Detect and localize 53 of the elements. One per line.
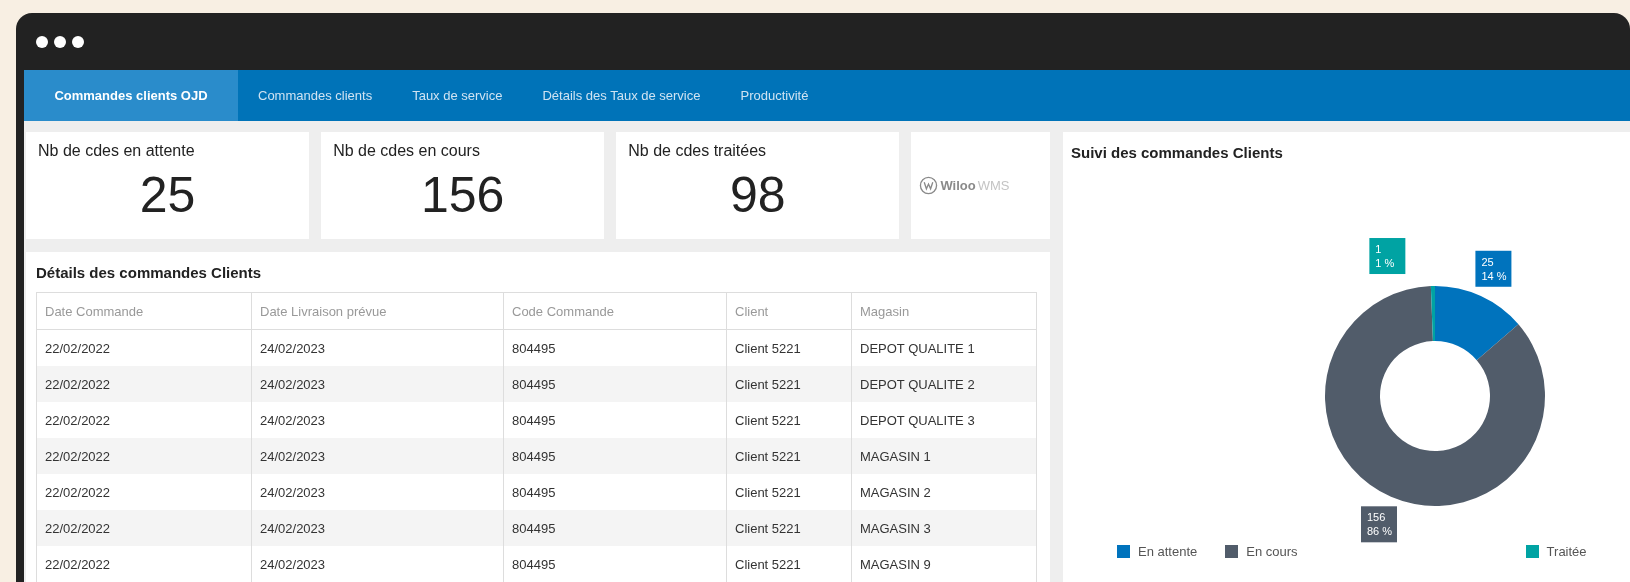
table-cell: 804495	[503, 366, 727, 402]
table-cell: 22/02/2022	[36, 546, 252, 582]
kpi-label: Nb de cdes en attente	[38, 142, 196, 160]
chart-title: Suivi des commandes Clients	[1071, 144, 1284, 161]
legend-label[interactable]: En cours	[1246, 544, 1298, 559]
tab[interactable]: Commandes clients	[238, 70, 393, 121]
table-cell: 22/02/2022	[36, 510, 252, 546]
window-dot-icon[interactable]	[36, 35, 48, 48]
data-label: 1 1 %	[1369, 238, 1406, 274]
legend-label[interactable]: En attente	[1138, 544, 1198, 559]
logo-suffix: WMS	[977, 178, 1010, 193]
table-cell: Client 5221	[726, 510, 852, 546]
table-cell: Client 5221	[726, 438, 852, 474]
data-label: 25 14 %	[1475, 250, 1512, 287]
table-cell: DEPOT QUALITE 2	[851, 366, 1037, 402]
tab[interactable]: Productivité	[720, 70, 829, 121]
window-dot-icon[interactable]	[72, 35, 84, 48]
table-cell: 22/02/2022	[36, 366, 252, 402]
table-cell: Client 5221	[726, 366, 852, 402]
legend-swatch	[1117, 545, 1130, 558]
kpi-label: Nb de cdes en cours	[333, 142, 481, 160]
legend-swatch	[1525, 545, 1539, 558]
tab[interactable]: Commandes clients OJD	[24, 70, 238, 121]
table-cell: 22/02/2022	[36, 438, 252, 474]
legend-label[interactable]: Traitée	[1546, 544, 1587, 559]
window-dot-icon[interactable]	[54, 35, 66, 48]
legend-swatch	[1225, 545, 1239, 558]
column-header[interactable]: Date Livraison prévue	[251, 292, 504, 330]
table-cell: 24/02/2023	[251, 438, 504, 474]
logo-name: Wiloo	[940, 178, 976, 193]
table-cell: 804495	[503, 546, 727, 582]
data-label: 156 86 %	[1361, 506, 1397, 543]
table-cell: 24/02/2023	[251, 546, 504, 582]
table-cell: 24/02/2023	[251, 366, 504, 402]
kpi-label: Nb de cdes traitées	[628, 142, 768, 160]
table-title: Détails des commandes Clients	[36, 264, 263, 281]
table-cell: Client 5221	[726, 546, 852, 582]
table-cell: MAGASIN 3	[851, 510, 1037, 546]
table-cell: MAGASIN 9	[851, 546, 1037, 582]
table-cell: 804495	[503, 438, 727, 474]
column-header[interactable]: Client	[726, 292, 852, 330]
column-header[interactable]: Date Commande	[36, 292, 252, 330]
column-header[interactable]: Magasin	[851, 292, 1037, 330]
table-cell: MAGASIN 1	[851, 438, 1037, 474]
kpi-value: 156	[419, 166, 506, 224]
logo-w-icon	[919, 176, 939, 195]
tab[interactable]: Taux de service	[392, 70, 523, 121]
column-header[interactable]: Code Commande	[503, 292, 727, 330]
tab[interactable]: Détails des Taux de service	[522, 70, 721, 121]
kpi-value: 98	[729, 166, 787, 224]
kpi-value: 25	[138, 166, 197, 224]
table-cell: 804495	[503, 510, 727, 546]
table-cell: 24/02/2023	[251, 510, 504, 546]
